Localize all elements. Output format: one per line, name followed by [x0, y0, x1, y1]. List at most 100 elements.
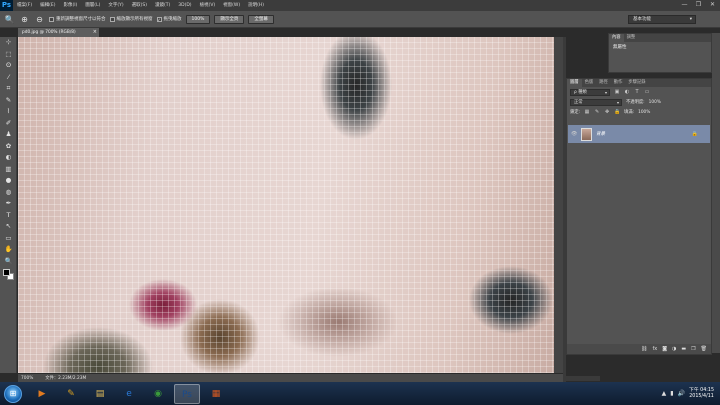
- crop-tool-icon[interactable]: ⌗: [0, 83, 17, 95]
- blend-mode-select[interactable]: 正常: [570, 98, 622, 106]
- type-tool-icon[interactable]: T: [0, 210, 17, 222]
- fill-value[interactable]: 100%: [638, 110, 650, 115]
- opacity-value[interactable]: 100%: [649, 100, 661, 105]
- tab-history[interactable]: 步驟記錄: [625, 79, 648, 87]
- taskbar-app-media[interactable]: ▶: [29, 384, 55, 404]
- layer-lock-icon: 🔒: [691, 131, 698, 137]
- eyedropper-tool-icon[interactable]: ✎: [0, 95, 17, 107]
- tray-expand-icon[interactable]: ▲: [662, 390, 667, 397]
- layer-style-icon[interactable]: fx: [652, 346, 657, 352]
- resize-windows-option[interactable]: 重新調整視窗尺寸以符合: [49, 16, 106, 22]
- clone-stamp-tool-icon[interactable]: ♟: [0, 129, 17, 141]
- new-layer-icon[interactable]: ❐: [691, 346, 695, 352]
- lock-pixels-icon[interactable]: ✎: [594, 109, 600, 115]
- collapsed-panel-icons[interactable]: [712, 33, 720, 353]
- image-canvas[interactable]: [18, 37, 563, 373]
- menu-layer[interactable]: 圖層(L): [81, 0, 104, 11]
- menu-type[interactable]: 文字(Y): [104, 0, 127, 11]
- vertical-scrollbar[interactable]: [554, 37, 563, 373]
- resize-windows-checkbox[interactable]: [49, 16, 54, 22]
- volume-icon[interactable]: 🔊: [678, 390, 685, 397]
- tab-layers[interactable]: 圖層: [567, 79, 582, 87]
- filter-adjust-icon[interactable]: ◐: [624, 89, 630, 95]
- layers-footer: ⛓ fx ◙ ◑ ▬ ❐ 🗑: [567, 344, 711, 354]
- move-tool-icon[interactable]: ⊹: [0, 37, 17, 49]
- new-group-icon[interactable]: ▬: [681, 346, 686, 352]
- zoom-tool-icon[interactable]: 🔍: [0, 256, 17, 268]
- blur-tool-icon[interactable]: ●: [0, 175, 17, 187]
- dodge-tool-icon[interactable]: ◍: [0, 187, 17, 199]
- menu-view[interactable]: 檢視(V): [196, 0, 220, 11]
- taskbar-app-photoshop[interactable]: Ps: [174, 383, 200, 404]
- layer-kind-filter[interactable]: ρ 種類: [570, 88, 610, 96]
- document-close-icon[interactable]: ×: [93, 28, 97, 37]
- scrubby-zoom-checkbox[interactable]: ✓: [156, 16, 162, 22]
- close-button[interactable]: ✕: [707, 1, 718, 9]
- pen-tool-icon[interactable]: ✒: [0, 198, 17, 210]
- tab-properties[interactable]: 內容: [609, 34, 624, 42]
- layer-visibility-icon[interactable]: 👁: [571, 131, 577, 137]
- gradient-tool-icon[interactable]: ▥: [0, 164, 17, 176]
- lock-transparent-icon[interactable]: ▦: [584, 109, 590, 115]
- filter-pixel-icon[interactable]: ▣: [614, 89, 620, 95]
- history-brush-tool-icon[interactable]: ✿: [0, 141, 17, 153]
- taskbar-app-explorer[interactable]: ▤: [87, 384, 113, 404]
- photoshop-logo: Ps: [0, 0, 13, 11]
- zoom-out-icon[interactable]: ⊖: [34, 14, 45, 25]
- maximize-button[interactable]: ❐: [693, 1, 704, 9]
- zoom-100-button[interactable]: 100%: [185, 14, 211, 24]
- layer-mask-icon[interactable]: ◙: [662, 346, 667, 352]
- scrubby-zoom-label: 拖曳縮放: [163, 17, 182, 22]
- tab-channels[interactable]: 色版: [582, 79, 597, 87]
- tab-adjustments[interactable]: 調整: [624, 34, 639, 42]
- link-layers-icon[interactable]: ⛓: [641, 346, 647, 352]
- workspace-select[interactable]: 基本功能: [628, 15, 696, 24]
- path-select-tool-icon[interactable]: ↖: [0, 221, 17, 233]
- zoom-level[interactable]: 700%: [21, 376, 33, 381]
- taskbar-app-chrome[interactable]: ◉: [145, 384, 171, 404]
- layer-row-background[interactable]: 👁 背景 🔒: [568, 125, 710, 143]
- window-controls: — ❐ ✕: [679, 1, 718, 9]
- minimize-button[interactable]: —: [679, 1, 690, 9]
- menu-help[interactable]: 說明(H): [244, 0, 268, 11]
- filter-shape-icon[interactable]: ▭: [644, 89, 650, 95]
- lasso-tool-icon[interactable]: ʘ: [0, 60, 17, 72]
- menu-filter[interactable]: 濾鏡(T): [151, 0, 174, 11]
- delete-layer-icon[interactable]: 🗑: [701, 346, 707, 352]
- tab-paths[interactable]: 路徑: [596, 79, 611, 87]
- zoom-tool-icon[interactable]: 🔍: [4, 14, 15, 25]
- healing-brush-tool-icon[interactable]: ⌇: [0, 106, 17, 118]
- eraser-tool-icon[interactable]: ◐: [0, 152, 17, 164]
- clock[interactable]: 下午 04:15 2015/4/11: [689, 388, 714, 400]
- scrubby-zoom-option[interactable]: ✓ 拖曳縮放: [156, 16, 182, 22]
- menu-file[interactable]: 檔案(F): [13, 0, 36, 11]
- adjustment-layer-icon[interactable]: ◑: [672, 346, 676, 352]
- menu-window[interactable]: 視窗(W): [219, 0, 244, 11]
- tab-actions[interactable]: 動作: [611, 79, 626, 87]
- start-button[interactable]: ⊞: [4, 384, 22, 403]
- network-icon[interactable]: ▮: [670, 390, 673, 397]
- hand-tool-icon[interactable]: ✋: [0, 244, 17, 256]
- document-tab[interactable]: pd0.jpg @ 700% (RGB/8) ×: [18, 28, 99, 37]
- marquee-tool-icon[interactable]: ⬚: [0, 49, 17, 61]
- zoom-in-icon[interactable]: ⊕: [19, 14, 30, 25]
- menu-image[interactable]: 影像(I): [59, 0, 81, 11]
- taskbar-app-ie[interactable]: e: [116, 384, 142, 404]
- fit-screen-button[interactable]: 顯示全頁: [214, 14, 245, 24]
- menu-select[interactable]: 選取(S): [128, 0, 151, 11]
- foreground-color-swatch[interactable]: [3, 269, 10, 276]
- menu-edit[interactable]: 編輯(E): [36, 0, 59, 11]
- taskbar-app-other[interactable]: ▦: [203, 384, 229, 404]
- zoom-all-windows-checkbox[interactable]: [109, 16, 115, 22]
- taskbar-app-paint[interactable]: ✎: [58, 384, 84, 404]
- fill-screen-button[interactable]: 全螢幕: [248, 14, 274, 24]
- lock-all-icon[interactable]: 🔒: [614, 109, 620, 115]
- color-swatches[interactable]: [0, 267, 17, 285]
- filter-type-icon[interactable]: T: [634, 89, 640, 95]
- shape-tool-icon[interactable]: ▭: [0, 233, 17, 245]
- brush-tool-icon[interactable]: ✐: [0, 118, 17, 130]
- lock-position-icon[interactable]: ✥: [604, 109, 610, 115]
- quick-select-tool-icon[interactable]: ⁄: [0, 72, 17, 84]
- menu-3d[interactable]: 3D(D): [174, 0, 195, 11]
- zoom-all-windows-option[interactable]: 縮放顯示所有視窗: [109, 16, 153, 22]
